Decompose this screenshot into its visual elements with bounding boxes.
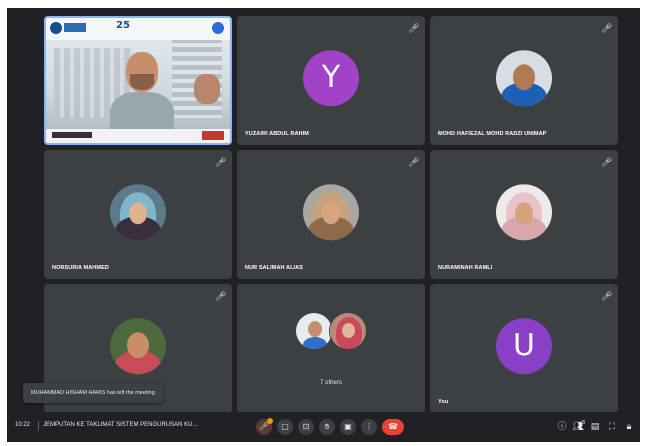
present-icon[interactable]: ⊡ xyxy=(298,419,314,435)
hangup-button[interactable]: ☎︎ xyxy=(382,419,404,435)
divider xyxy=(38,421,39,431)
mic-off-icon: 🎤︎ xyxy=(601,292,613,302)
tile-self[interactable]: 🎤︎ U You xyxy=(430,284,618,413)
more-icon[interactable]: ⋮ xyxy=(361,419,377,435)
tile-presenter-video[interactable]: 25 xyxy=(44,16,232,145)
people-count: 8 xyxy=(581,420,585,426)
avatar: U xyxy=(496,317,552,374)
university-logo xyxy=(50,22,62,34)
meeting-window: 25 🎤︎ Y YUZAIRI ABDUL RAHIM 🎤︎ MOHD HAFI… xyxy=(7,8,640,442)
host-controls-icon[interactable]: 🔒︎ xyxy=(623,420,635,434)
participant-name: NUR SALIMAH ALIAS xyxy=(245,265,304,271)
tile-participant[interactable]: 🎤︎ NUR SALIMAH ALIAS xyxy=(237,150,425,279)
anniversary-logo: 25 xyxy=(116,20,130,31)
participant-name: MOHD HAFIEZAL MOHD RADZI UNIMAP xyxy=(438,131,547,137)
bottom-control-bar: 10:22 JEMPUTAN KE TAKLIMAT SISTEM PENGUR… xyxy=(7,412,640,442)
notification-toast: MUHAMMAD HISHAM HARIS has left the meeti… xyxy=(23,383,163,403)
activities-shapes-icon[interactable]: ⛶ xyxy=(606,420,618,434)
participant-name: You xyxy=(438,399,449,405)
avatar xyxy=(110,317,166,374)
avatar-group xyxy=(295,312,369,356)
participant-name: NURAMINAH RAMLI xyxy=(438,265,493,271)
tile-participant[interactable]: 🎤︎ MOHD HAFIEZAL MOHD RADZI UNIMAP xyxy=(430,16,618,145)
chat-icon[interactable]: ▤ xyxy=(589,420,601,434)
mic-off-icon: 🎤︎ xyxy=(215,292,227,302)
tile-participant[interactable]: 🎤︎ Y YUZAIRI ABDUL RAHIM xyxy=(237,16,425,145)
captions-icon[interactable]: ▢ xyxy=(277,419,293,435)
mic-off-icon: 🎤︎ xyxy=(601,158,613,168)
info-icon[interactable]: ⓘ xyxy=(556,420,568,434)
activities-icon[interactable]: ▣ xyxy=(340,419,356,435)
tile-participant[interactable]: 🎤︎ NORSURIA MAHMED xyxy=(44,150,232,279)
people-icon[interactable]: 👥︎ 8 xyxy=(572,420,585,434)
presenter-video: 25 xyxy=(46,18,230,143)
mic-off-icon: 🎤︎ xyxy=(215,158,227,168)
participant-name: NORSURIA MAHMED xyxy=(52,265,109,271)
mic-off-icon[interactable]: 🎤︎ xyxy=(256,418,273,435)
event-footer-banner xyxy=(46,129,230,143)
avatar xyxy=(496,183,552,240)
raise-hand-icon[interactable]: ✋︎ xyxy=(319,419,335,435)
current-time: 10:22 xyxy=(15,422,31,428)
mic-off-icon: 🎤︎ xyxy=(601,24,613,34)
notification-dot xyxy=(267,418,273,424)
partner-logo xyxy=(212,22,224,34)
meeting-title: JEMPUTAN KE TAKLIMAT SISTEM PENGURUSAN K… xyxy=(43,422,198,428)
avatar xyxy=(295,312,333,350)
avatar xyxy=(110,183,166,240)
avatar xyxy=(496,49,552,106)
tile-participant[interactable]: 🎤︎ NURAMINAH RAMLI xyxy=(430,150,618,279)
logo-text xyxy=(64,23,86,32)
avatar: Y xyxy=(303,49,359,106)
participant-name: YUZAIRI ABDUL RAHIM xyxy=(245,131,309,137)
others-count: 7 others xyxy=(320,380,342,386)
tile-others[interactable]: 7 others xyxy=(237,284,425,413)
mic-off-icon: 🎤︎ xyxy=(408,158,420,168)
event-banner: 25 xyxy=(46,18,230,40)
mic-off-icon: 🎤︎ xyxy=(408,24,420,34)
avatar xyxy=(329,312,367,350)
avatar xyxy=(303,183,359,240)
